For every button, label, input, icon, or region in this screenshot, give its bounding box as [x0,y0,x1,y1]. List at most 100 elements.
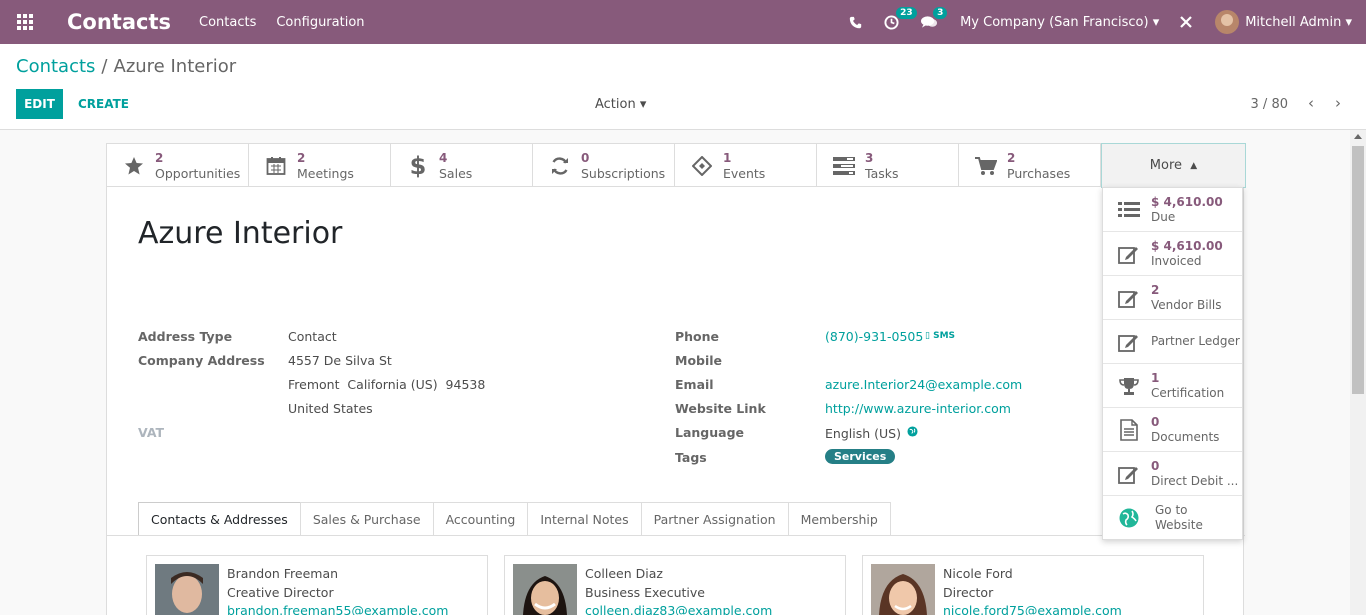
scroll-up-icon[interactable] [1354,134,1362,139]
smart-button-meetings[interactable]: 2 Meetings [249,144,391,187]
dropdown-item-vendor-bills[interactable]: 2 Vendor Bills [1103,276,1242,320]
contact-photo [513,564,577,615]
activity-badge: 23 [896,6,917,19]
calendar-icon [265,155,287,177]
smart-button-box: 2 Opportunities 2 Meetings $ 4 Sales 0 Subsc… [107,144,1101,187]
tasks-icon [833,155,855,177]
tab-membership[interactable]: Membership [787,502,891,535]
page-scrollbar[interactable] [1350,130,1366,615]
globe-icon [1117,506,1141,530]
smart-button-subscriptions[interactable]: 0 Subscriptions [533,144,675,187]
city-line-value: Fremont California (US) 94538 [288,377,486,392]
menu-configuration[interactable]: Configuration [276,15,364,30]
refresh-icon [549,155,571,177]
user-avatar[interactable] [1215,10,1240,34]
mobile-label: Mobile [675,353,723,368]
user-menu[interactable]: Mitchell Admin ▾ [1245,15,1352,30]
contact-email[interactable]: nicole.ford75@example.com [943,603,1122,615]
chevron-right-icon[interactable]: › [1335,94,1341,112]
company-address-label: Company Address [138,353,265,368]
messages-icon[interactable]: 3 [921,7,948,29]
tab-internal-notes[interactable]: Internal Notes [527,502,642,535]
sales-label: Sales [439,165,473,181]
dropdown-item-due[interactable]: $ 4,610.00 Due [1103,188,1242,232]
menu-contacts[interactable]: Contacts [199,15,256,30]
phone-label: Phone [675,329,720,344]
tasks-label: Tasks [865,165,899,181]
tab-partner-assignation[interactable]: Partner Assignation [640,502,789,535]
action-dropdown[interactable]: Action ▾ [595,97,646,112]
email-link[interactable]: azure.Interior24@example.com [825,377,1022,392]
dropdown-item-go-to-website[interactable]: Go to Website [1103,496,1242,540]
sales-count: 4 [439,150,448,165]
debug-tools-icon[interactable] [1179,15,1193,29]
star-icon [123,155,145,177]
edit-icon [1117,286,1141,310]
contact-photo [871,564,935,615]
contact-card[interactable]: Colleen Diaz Business Executive colleen.… [504,555,846,615]
subscriptions-label: Subscriptions [581,165,666,181]
activity-clock-icon[interactable]: 23 [884,6,917,30]
events-label: Events [723,165,766,181]
address-type-value: Contact [288,329,337,344]
top-navbar: Contacts Contacts Configuration 23 3 My … [0,0,1366,44]
purchases-label: Purchases [1007,165,1071,181]
due-label: Due [1151,209,1176,224]
more-button[interactable]: More ▲ [1101,143,1246,188]
website-link[interactable]: http://www.azure-interior.com [825,401,1011,416]
tab-sales-purchase[interactable]: Sales & Purchase [299,502,434,535]
contact-name: Nicole Ford [943,566,1013,581]
address-type-label: Address Type [138,329,233,344]
tab-accounting[interactable]: Accounting [432,502,529,535]
sms-button[interactable]: ▯ SMS [925,331,955,341]
contact-job: Creative Director [227,585,334,600]
contact-card[interactable]: Brandon Freeman Creative Director brando… [146,555,488,615]
caret-down-icon: ▾ [639,97,647,112]
smart-button-sales[interactable]: $ 4 Sales [391,144,533,187]
tag-badge[interactable]: Services [825,449,896,464]
chevron-left-icon[interactable]: ‹ [1308,94,1314,112]
smart-button-purchases[interactable]: 2 Purchases [959,144,1101,187]
smart-button-tasks[interactable]: 3 Tasks [817,144,959,187]
invoiced-amount: $ 4,610.00 [1151,238,1223,253]
dollar-icon: $ [409,151,427,180]
mobile-icon: ▯ [925,331,930,341]
smart-button-opportunities[interactable]: 2 Opportunities [107,144,249,187]
country-value: United States [288,401,373,416]
breadcrumb-contacts[interactable]: Contacts [16,56,95,77]
meetings-count: 2 [297,150,306,165]
dropdown-item-invoiced[interactable]: $ 4,610.00 Invoiced [1103,232,1242,276]
sms-label: SMS [933,331,956,341]
apps-menu-icon[interactable] [0,0,50,44]
caret-down-icon: ▾ [1152,14,1160,30]
phone-link[interactable]: (870)-931-0505 [825,329,923,344]
scrollbar-thumb[interactable] [1352,146,1364,394]
company-name: My Company (San Francisco) [960,14,1149,30]
breadcrumb: Contacts / Azure Interior [16,56,236,77]
dropdown-item-certification[interactable]: 1 Certification [1103,364,1242,408]
pager-value[interactable]: 3 / 80 [1251,97,1288,112]
contact-email[interactable]: colleen.diaz83@example.com [585,603,772,615]
contact-card[interactable]: Nicole Ford Director nicole.ford75@examp… [862,555,1204,615]
vat-label: VAT [138,425,165,440]
globe-icon[interactable] [907,426,918,441]
tab-contacts-addresses[interactable]: Contacts & Addresses [138,502,301,535]
record-name: Azure Interior [138,216,343,251]
phone-icon[interactable] [849,16,862,29]
caret-up-icon: ▲ [1190,160,1198,171]
website-label: Website [1155,518,1203,532]
edit-button[interactable]: EDIT [16,89,63,119]
app-brand[interactable]: Contacts [67,10,171,34]
dropdown-item-direct-debit[interactable]: 0 Direct Debit ... [1103,452,1242,496]
ticket-icon [691,155,713,177]
contact-email[interactable]: brandon.freeman55@example.com [227,603,448,615]
company-switcher[interactable]: My Company (San Francisco) ▾ [960,15,1159,30]
dropdown-item-partner-ledger[interactable]: Partner Ledger [1103,320,1242,364]
smart-button-events[interactable]: 1 Events [675,144,817,187]
direct-debit-label: Direct Debit ... [1151,473,1239,488]
website-label: Website Link [675,401,766,416]
create-button[interactable]: CREATE [72,89,135,119]
meetings-label: Meetings [297,165,354,181]
dropdown-item-documents[interactable]: 0 Documents [1103,408,1242,452]
vendor-bills-label: Vendor Bills [1151,297,1222,312]
